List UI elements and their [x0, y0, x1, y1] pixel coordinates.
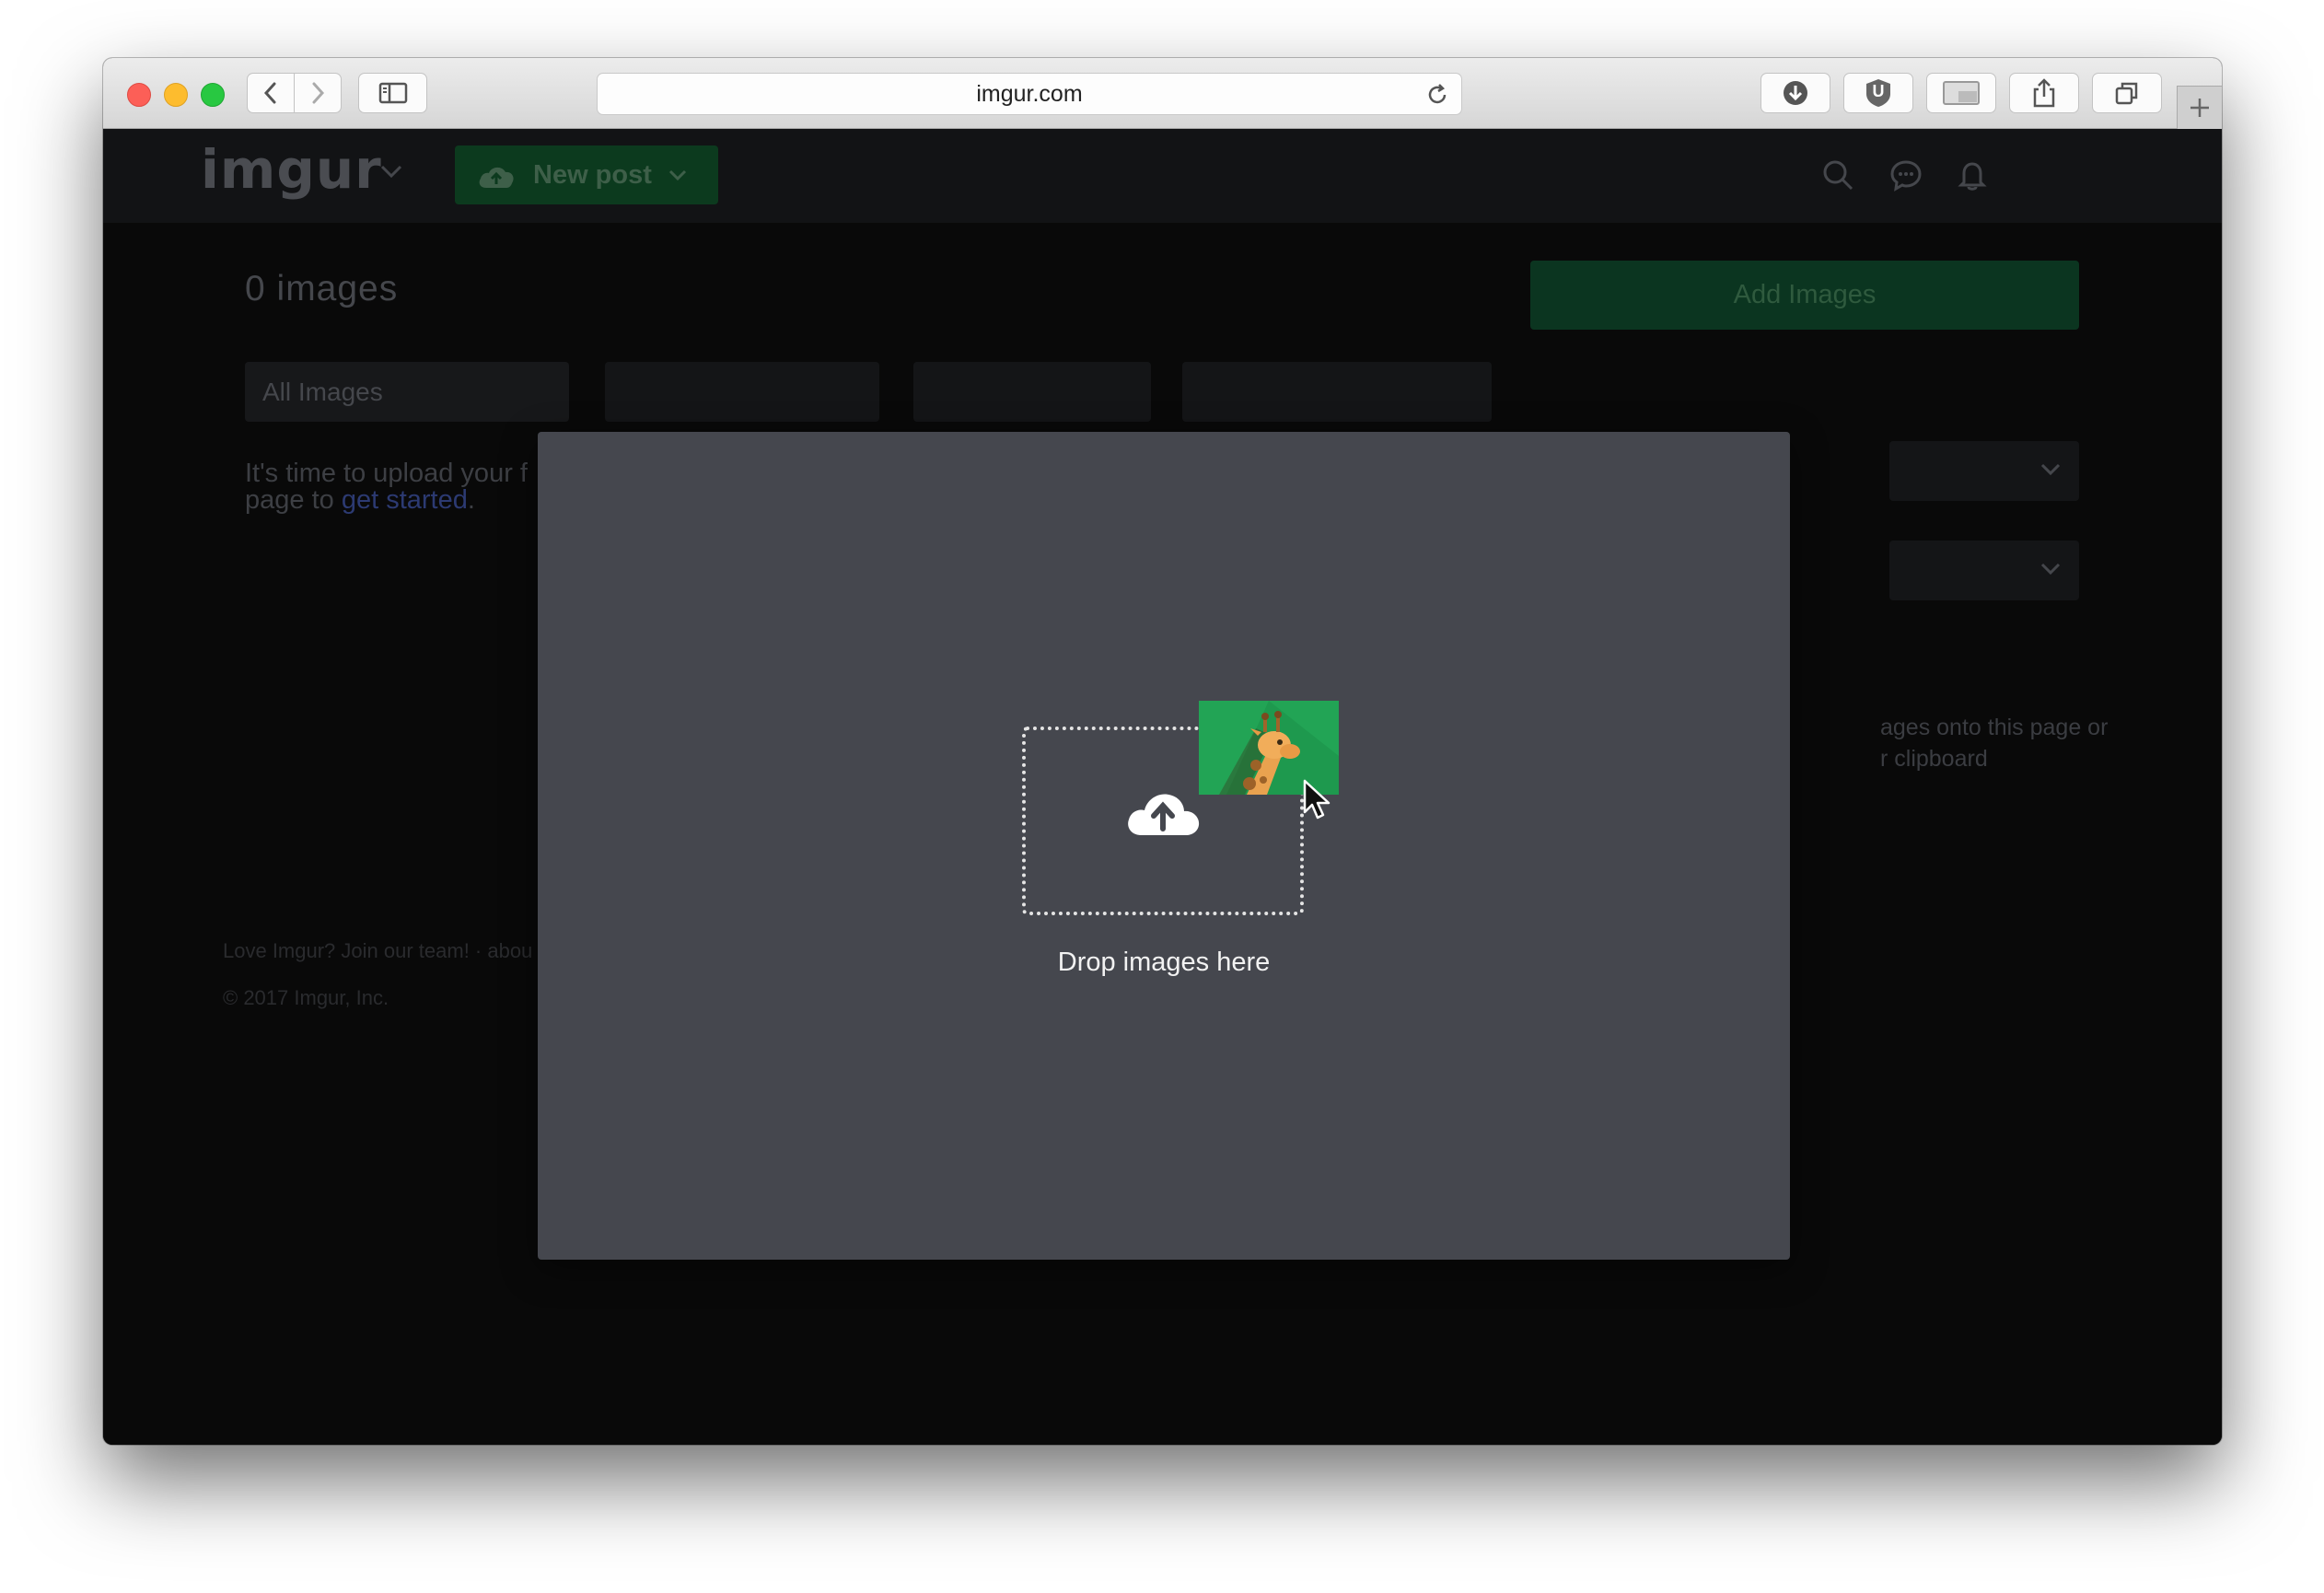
- image-filter-select[interactable]: All Images: [245, 362, 569, 422]
- page-content: imgur New post 0 images Add Images All I…: [103, 129, 2222, 1445]
- notifications-icon[interactable]: [1957, 158, 1988, 192]
- empty-state-text: It's time to upload your f page to get s…: [245, 460, 528, 514]
- chevron-left-icon: [263, 82, 276, 104]
- tabs-icon: [2115, 82, 2138, 105]
- new-post-label: New post: [533, 160, 652, 190]
- sidebar-dropdown-2[interactable]: [1889, 541, 2079, 600]
- sidebar-dropdown-1[interactable]: [1889, 441, 2079, 501]
- drop-images-modal[interactable]: Drop images here: [538, 432, 1790, 1260]
- empty-line-2: page to get started.: [245, 487, 528, 514]
- tabs-overview-button[interactable]: [2092, 73, 2162, 113]
- imgur-logo[interactable]: imgur: [201, 138, 382, 201]
- get-started-link[interactable]: get started: [342, 485, 468, 515]
- empty-line-2-prefix: page to: [245, 485, 342, 515]
- messages-icon[interactable]: [1889, 158, 1923, 192]
- address-bar[interactable]: imgur.com: [597, 73, 1462, 115]
- extension-button[interactable]: U: [1843, 73, 1913, 113]
- chevron-down-icon: [668, 169, 687, 181]
- downloads-button[interactable]: [1760, 73, 1830, 113]
- chevron-down-icon: [2040, 463, 2061, 476]
- browser-window: imgur.com U imgur New post 0 images Add …: [103, 58, 2222, 1445]
- minimize-window-button[interactable]: [164, 83, 188, 107]
- zoom-window-button[interactable]: [201, 83, 225, 107]
- forward-button[interactable]: [294, 73, 342, 113]
- extension-letter: U: [1872, 82, 1885, 100]
- browser-toolbar: imgur.com U: [103, 58, 2222, 129]
- share-icon: [2033, 78, 2055, 108]
- back-button[interactable]: [247, 73, 295, 113]
- chevron-down-icon[interactable]: [379, 164, 403, 179]
- chevron-down-icon: [2040, 563, 2061, 576]
- hint-line-2: r clipboard: [1880, 746, 1988, 772]
- footer-copyright: © 2017 Imgur, Inc.: [223, 986, 389, 1009]
- sidebar-toggle-button[interactable]: [358, 73, 427, 113]
- hint-line-1: ages onto this page or: [1880, 715, 2109, 740]
- reader-button[interactable]: [1926, 73, 1996, 113]
- share-button[interactable]: [2009, 73, 2079, 113]
- footer-links[interactable]: Love Imgur? Join our team! · abou: [223, 939, 532, 963]
- mouse-pointer-icon: [1303, 779, 1330, 820]
- search-icon[interactable]: [1821, 158, 1854, 192]
- filter-value: All Images: [262, 378, 383, 406]
- image-count: 0 images: [245, 269, 399, 308]
- drop-images-label: Drop images here: [1057, 948, 1271, 977]
- search-images-input[interactable]: [1182, 362, 1492, 422]
- cloud-upload-icon: [479, 167, 514, 188]
- sidebar-icon: [378, 82, 407, 104]
- cloud-upload-icon: [1128, 794, 1200, 835]
- new-post-button[interactable]: New post: [455, 145, 718, 204]
- picture-in-picture-icon: [1943, 81, 1980, 105]
- reload-icon[interactable]: [1424, 82, 1450, 108]
- upload-hint: ages onto this page or r clipboard: [1880, 712, 2108, 774]
- close-window-button[interactable]: [127, 83, 151, 107]
- view-select[interactable]: [913, 362, 1151, 422]
- sort-select[interactable]: [605, 362, 879, 422]
- add-images-button[interactable]: Add Images: [1530, 261, 2079, 330]
- site-header: imgur New post: [103, 129, 2222, 223]
- chevron-right-icon: [312, 82, 325, 104]
- empty-line-2-suffix: .: [467, 485, 475, 515]
- new-tab-button[interactable]: [2177, 86, 2222, 129]
- address-url: imgur.com: [976, 81, 1083, 107]
- download-icon: [1784, 81, 1807, 105]
- empty-line-1: It's time to upload your f: [245, 459, 528, 488]
- plus-icon: [2190, 99, 2209, 117]
